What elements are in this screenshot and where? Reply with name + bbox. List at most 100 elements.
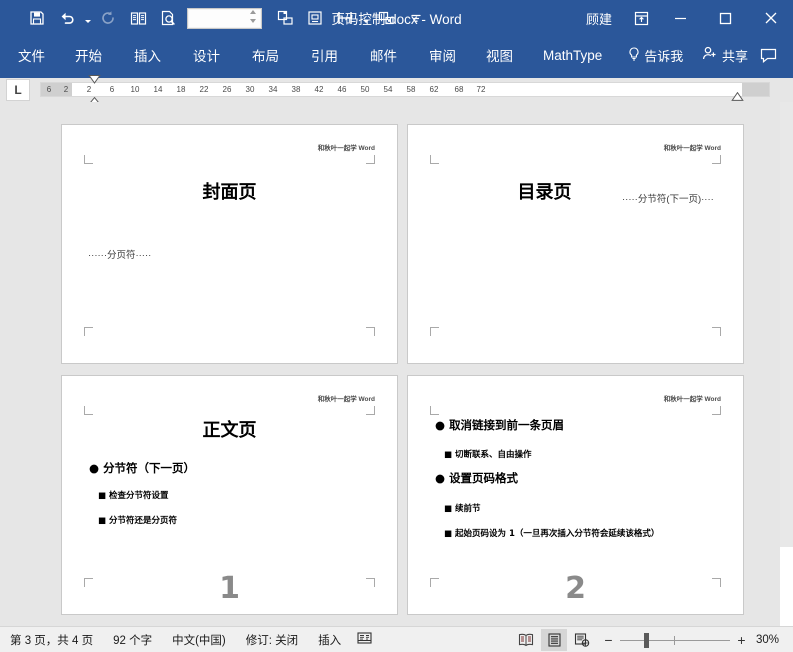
- status-right-group: − + 30%: [513, 628, 793, 651]
- ribbon-display-options-icon[interactable]: [624, 0, 658, 36]
- first-line-indent-marker[interactable]: [88, 75, 101, 86]
- two-page-icon[interactable]: [123, 4, 153, 32]
- page-header-text: 和秋叶一起学 Word: [317, 396, 375, 403]
- bullet-square-icon: ■: [444, 529, 453, 539]
- language-status[interactable]: 中文(中国): [162, 632, 236, 648]
- document-page-3[interactable]: 和秋叶一起学 Word 正文页 ● 分节符（下一页） ■ 检查分节符设置 ■ 分…: [61, 375, 398, 615]
- more-commands-icon[interactable]: [401, 4, 431, 32]
- ruler-tick: 50: [360, 85, 370, 94]
- bullet-level2: ■ 检查分节符设置: [98, 489, 169, 501]
- comment-icon[interactable]: [760, 36, 777, 74]
- web-layout-icon[interactable]: [569, 629, 595, 651]
- margin-mark-top-left: [430, 155, 439, 164]
- track-changes-status[interactable]: 修订: 关闭: [236, 632, 308, 648]
- close-button[interactable]: [748, 0, 793, 36]
- quick-access-input[interactable]: [187, 7, 262, 29]
- section-break-marker: ·····分节符(下一页)····: [622, 194, 714, 205]
- ruler-tick: 14: [153, 85, 163, 94]
- tab-view[interactable]: 视图: [486, 36, 513, 74]
- bullet-dot-icon: ●: [435, 418, 446, 432]
- bullet-level1: ● 设置页码格式: [435, 470, 518, 486]
- bullet-level2: ■ 起始页码设为 1（一旦再次插入分节符会延续该格式）: [444, 527, 659, 539]
- zoom-slider-track: [620, 639, 730, 641]
- zoom-level-label[interactable]: 30%: [753, 634, 785, 646]
- margin-mark-top-left: [84, 406, 93, 415]
- tab-design[interactable]: 设计: [193, 36, 220, 74]
- bullet-text: 起始页码设为 1（一旦再次插入分节符会延续该格式）: [455, 529, 660, 539]
- undo-dropdown-arrow[interactable]: [82, 4, 93, 32]
- spin-down-arrow[interactable]: [250, 18, 258, 27]
- margin-mark-top-left: [84, 155, 93, 164]
- margin-mark-bottom-right: [366, 327, 375, 336]
- text-box-icon[interactable]: [300, 4, 330, 32]
- account-name[interactable]: 顾建: [586, 9, 612, 28]
- share-button[interactable]: 共享: [702, 46, 748, 65]
- margin-mark-top-right: [712, 155, 721, 164]
- print-preview-icon[interactable]: [153, 4, 183, 32]
- arrange-icon[interactable]: [371, 4, 401, 32]
- read-mode-icon[interactable]: [513, 629, 539, 651]
- ruler-tick: 26: [222, 85, 232, 94]
- bullet-level2: ■ 分节符还是分页符: [98, 514, 177, 526]
- save-icon[interactable]: [22, 4, 52, 32]
- tab-insert[interactable]: 插入: [134, 36, 161, 74]
- undo-icon[interactable]: [52, 4, 82, 32]
- zoom-out-button[interactable]: −: [603, 633, 614, 647]
- scrollbar-thumb[interactable]: [780, 102, 793, 547]
- horizontal-ruler[interactable]: 6 2 2 6 10 14 18 22 26 30 34 38 42 46 50…: [40, 75, 770, 111]
- margin-mark-bottom-left: [84, 327, 93, 336]
- ruler-tick: 62: [429, 85, 439, 94]
- maximize-button[interactable]: [703, 0, 748, 36]
- margin-mark-top-right: [366, 155, 375, 164]
- tab-file[interactable]: 文件: [18, 36, 45, 74]
- word-count-status[interactable]: 92 个字: [103, 632, 162, 648]
- page-count-status[interactable]: 第 3 页，共 4 页: [0, 632, 103, 648]
- ruler-tick: 22: [199, 85, 209, 94]
- ruler-tick: 58: [406, 85, 416, 94]
- page-title: 封面页: [202, 182, 257, 203]
- tab-references[interactable]: 引用: [311, 36, 338, 74]
- tab-home[interactable]: 开始: [75, 36, 102, 74]
- ruler-tick: 68: [454, 85, 464, 94]
- page-title: 正文页: [202, 420, 257, 441]
- zoom-in-button[interactable]: +: [736, 633, 747, 647]
- status-bar: 第 3 页，共 4 页 92 个字 中文(中国) 修订: 关闭 插入 − + 3…: [0, 626, 793, 652]
- tab-stop-selector[interactable]: L: [6, 79, 30, 101]
- share-label: 共享: [721, 48, 748, 64]
- tab-mailings[interactable]: 邮件: [370, 36, 397, 74]
- zoom-slider[interactable]: [620, 632, 730, 648]
- ruler-tick: 30: [245, 85, 255, 94]
- zoom-slider-midpoint: [674, 635, 675, 645]
- bullet-text: 取消链接到前一条页眉: [449, 418, 565, 432]
- document-page-2[interactable]: 和秋叶一起学 Word 目录页 ·····分节符(下一页)····: [407, 124, 744, 364]
- ruler-tick: 6: [109, 85, 115, 94]
- print-layout-icon[interactable]: [541, 628, 567, 651]
- insert-mode-status[interactable]: 插入: [308, 632, 351, 648]
- ruler-tick: 54: [383, 85, 393, 94]
- document-page-1[interactable]: 和秋叶一起学 Word 封面页 ······分页符·····: [61, 124, 398, 364]
- ribbon-tab-bar: 文件 开始 插入 设计 布局 引用 邮件 审阅 视图 MathType 告诉我 …: [0, 36, 793, 74]
- tell-me-box[interactable]: 告诉我: [628, 46, 683, 65]
- minimize-button[interactable]: [658, 0, 703, 36]
- zoom-slider-thumb[interactable]: [644, 632, 649, 648]
- bullet-square-icon: ■: [98, 516, 107, 526]
- title-bar: 页码控制.docx - Word 顾建: [0, 0, 793, 36]
- spin-up-arrow[interactable]: [250, 9, 258, 18]
- spacing-dropdown-arrow[interactable]: [360, 4, 371, 32]
- ruler-right-margin-zone: [742, 83, 769, 96]
- document-canvas[interactable]: 和秋叶一起学 Word 封面页 ······分页符····· 和秋叶一起学 Wo…: [0, 102, 793, 626]
- ruler-tick: 42: [314, 85, 324, 94]
- ruler-tick: 2: [63, 85, 69, 94]
- insert-object-icon[interactable]: [270, 4, 300, 32]
- tab-layout[interactable]: 布局: [252, 36, 279, 74]
- redo-icon[interactable]: [93, 4, 123, 32]
- tab-review[interactable]: 审阅: [429, 36, 456, 74]
- tab-mathtype[interactable]: MathType: [543, 36, 602, 74]
- bullet-text: 分节符（下一页）: [103, 461, 196, 475]
- proofing-icon[interactable]: [351, 631, 378, 648]
- bullet-dot-icon: ●: [435, 471, 446, 485]
- spacing-icon[interactable]: [330, 4, 360, 32]
- vertical-scrollbar[interactable]: [780, 102, 793, 626]
- page-number: 2: [565, 571, 586, 606]
- document-page-4[interactable]: 和秋叶一起学 Word ● 取消链接到前一条页眉 ■ 切断联系、自由操作 ● 设…: [407, 375, 744, 615]
